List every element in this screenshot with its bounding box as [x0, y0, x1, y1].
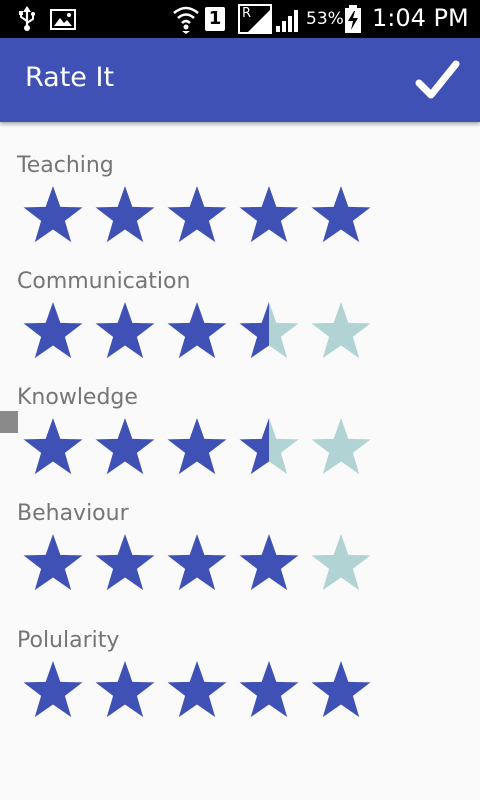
usb-icon: [19, 6, 35, 31]
rating-stars: [23, 418, 371, 475]
drag-handle[interactable]: [0, 411, 18, 433]
star-icon[interactable]: [23, 302, 83, 359]
star-icon[interactable]: [167, 534, 227, 591]
sim-slot-number: 1: [208, 8, 222, 29]
signal-icon: R: [238, 4, 272, 34]
rating-bar-teaching[interactable]: [21, 184, 381, 248]
clock: 1:04 PM: [372, 4, 469, 32]
star-icon[interactable]: [95, 418, 155, 475]
image-icon: [50, 9, 76, 30]
star-icon[interactable]: [311, 302, 371, 359]
app-title: Rate It: [25, 62, 115, 93]
rating-bar-communication[interactable]: [21, 300, 381, 364]
star-icon[interactable]: [23, 186, 83, 243]
star-icon[interactable]: [95, 534, 155, 591]
star-icon[interactable]: [311, 661, 371, 718]
rating-label-communication: Communication: [17, 269, 191, 294]
battery-percent: 53%: [306, 9, 344, 29]
rating-label-teaching: Teaching: [17, 153, 114, 178]
rating-stars: [23, 661, 371, 718]
star-icon[interactable]: [239, 661, 299, 718]
star-icon[interactable]: [167, 186, 227, 243]
sim-icon: 1: [205, 7, 225, 31]
star-icon[interactable]: [239, 302, 299, 359]
rating-label-polularity: Polularity: [17, 628, 120, 653]
battery-charging-icon: [345, 5, 361, 33]
star-icon[interactable]: [239, 418, 299, 475]
rating-bar-knowledge[interactable]: [21, 416, 381, 480]
star-icon[interactable]: [23, 534, 83, 591]
star-icon[interactable]: [95, 302, 155, 359]
star-icon[interactable]: [167, 302, 227, 359]
status-bar: 1 R 53% 1:04 PM: [0, 0, 480, 38]
rating-label-knowledge: Knowledge: [17, 385, 138, 410]
signal-icon: [276, 10, 298, 32]
rating-bar-polularity[interactable]: [21, 659, 381, 723]
rating-stars: [23, 534, 371, 591]
star-icon[interactable]: [23, 418, 83, 475]
app-bar: Rate It: [0, 38, 480, 122]
star-icon[interactable]: [311, 534, 371, 591]
star-icon[interactable]: [23, 661, 83, 718]
rating-label-behaviour: Behaviour: [17, 501, 129, 526]
star-icon[interactable]: [167, 418, 227, 475]
confirm-button[interactable]: [413, 56, 463, 106]
star-icon[interactable]: [239, 186, 299, 243]
star-icon[interactable]: [95, 186, 155, 243]
star-icon[interactable]: [239, 534, 299, 591]
star-icon[interactable]: [167, 661, 227, 718]
star-icon[interactable]: [311, 186, 371, 243]
wifi-icon: [173, 6, 199, 34]
check-icon: [415, 60, 460, 99]
rating-stars: [23, 186, 371, 243]
star-icon[interactable]: [311, 418, 371, 475]
star-icon[interactable]: [95, 661, 155, 718]
rating-bar-behaviour[interactable]: [21, 532, 381, 596]
rating-stars: [23, 302, 371, 359]
